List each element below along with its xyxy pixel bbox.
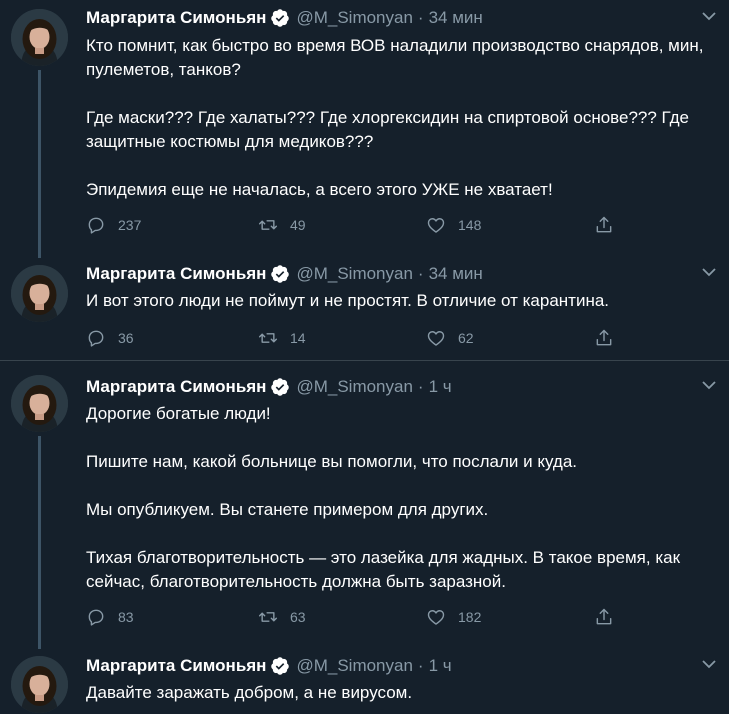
- retweet-count: 63: [290, 609, 306, 625]
- tweet-paragraph: Дорогие богатые люди!: [86, 404, 271, 423]
- avatar[interactable]: [11, 265, 68, 322]
- share-button[interactable]: [594, 605, 626, 629]
- author-name[interactable]: Маргарита Симоньян: [86, 656, 266, 676]
- avatar-image: [11, 375, 68, 432]
- author-handle[interactable]: @M_Simonyan: [296, 8, 412, 28]
- tweet-1[interactable]: Маргарита Симоньян @M_Simonyan · 34 мин …: [0, 0, 729, 258]
- like-count: 148: [458, 217, 482, 233]
- retweet-count: 14: [290, 330, 306, 346]
- avatar[interactable]: [11, 375, 68, 432]
- tweet-paragraph: Мы опубликуем. Вы станете примером для д…: [86, 500, 489, 519]
- like-button[interactable]: 62: [426, 326, 474, 350]
- share-icon: [594, 328, 626, 348]
- like-icon: [426, 215, 458, 235]
- avatar[interactable]: [11, 656, 68, 713]
- thread-connector-line: [38, 70, 41, 258]
- tweet-text: И вот этого люди не поймут и не простят.…: [86, 289, 722, 313]
- chevron-down-icon[interactable]: [699, 654, 719, 674]
- tweet-4[interactable]: Маргарита Симоньян @M_Simonyan · 1 ч Дав…: [0, 649, 729, 714]
- tweet-divider: [0, 360, 729, 361]
- tweet-header: Маргарита Симоньян @M_Simonyan · 34 мин: [86, 7, 483, 29]
- avatar-image: [11, 9, 68, 66]
- retweet-button[interactable]: 63: [258, 605, 306, 629]
- thread-connector-line: [38, 436, 41, 649]
- tweet-actions: 237 49 148: [86, 213, 626, 237]
- share-button[interactable]: [594, 213, 626, 237]
- like-count: 182: [458, 609, 482, 625]
- reply-icon: [86, 607, 118, 627]
- tweet-feed: Маргарита Симоньян @M_Simonyan · 34 мин …: [0, 0, 729, 714]
- tweet-timestamp[interactable]: 1 ч: [429, 656, 452, 676]
- tweet-header: Маргарита Симоньян @M_Simonyan · 34 мин: [86, 263, 483, 285]
- author-name[interactable]: Маргарита Симоньян: [86, 8, 266, 28]
- share-icon: [594, 607, 626, 627]
- retweet-button[interactable]: 49: [258, 213, 306, 237]
- reply-button[interactable]: 36: [86, 326, 134, 350]
- reply-button[interactable]: 237: [86, 213, 141, 237]
- like-button[interactable]: 182: [426, 605, 481, 629]
- retweet-icon: [258, 328, 290, 348]
- reply-icon: [86, 215, 118, 235]
- tweet-text: Кто помнит, как быстро во время ВОВ нала…: [86, 34, 722, 202]
- tweet-paragraph: Давайте заражать добром, а не вирусом.: [86, 683, 413, 702]
- separator-dot: ·: [417, 264, 424, 283]
- share-icon: [594, 215, 626, 235]
- verified-badge-icon: [270, 656, 290, 676]
- tweet-header: Маргарита Симоньян @M_Simonyan · 1 ч: [86, 655, 452, 677]
- tweet-paragraph: Тихая благотворительность — это лазейка …: [86, 548, 681, 591]
- tweet-actions: 83 63 182: [86, 605, 626, 629]
- tweet-2[interactable]: Маргарита Симоньян @M_Simonyan · 34 мин …: [0, 258, 729, 358]
- retweet-button[interactable]: 14: [258, 326, 306, 350]
- tweet-paragraph: Где маски??? Где халаты??? Где хлоргекси…: [86, 108, 690, 151]
- author-handle[interactable]: @M_Simonyan: [296, 264, 412, 284]
- tweet-timestamp[interactable]: 1 ч: [429, 377, 452, 397]
- retweet-icon: [258, 607, 290, 627]
- share-button[interactable]: [594, 326, 626, 350]
- like-icon: [426, 607, 458, 627]
- verified-badge-icon: [270, 8, 290, 28]
- tweet-paragraph: И вот этого люди не поймут и не простят.…: [86, 291, 610, 310]
- reply-icon: [86, 328, 118, 348]
- avatar-image: [11, 656, 68, 713]
- tweet-paragraph: Кто помнит, как быстро во время ВОВ нала…: [86, 36, 704, 79]
- author-handle[interactable]: @M_Simonyan: [296, 656, 412, 676]
- tweet-timestamp[interactable]: 34 мин: [429, 264, 483, 284]
- reply-count: 83: [118, 609, 134, 625]
- verified-badge-icon: [270, 377, 290, 397]
- avatar[interactable]: [11, 9, 68, 66]
- tweet-header: Маргарита Симоньян @M_Simonyan · 1 ч: [86, 376, 452, 398]
- separator-dot: ·: [417, 377, 424, 396]
- chevron-down-icon[interactable]: [699, 262, 719, 282]
- separator-dot: ·: [417, 8, 424, 27]
- tweet-paragraph: Эпидемия еще не началась, а всего этого …: [86, 180, 553, 199]
- reply-button[interactable]: 83: [86, 605, 134, 629]
- retweet-icon: [258, 215, 290, 235]
- chevron-down-icon[interactable]: [699, 375, 719, 395]
- tweet-text: Дорогие богатые люди! Пишите нам, какой …: [86, 402, 722, 594]
- tweet-3[interactable]: Маргарита Симоньян @M_Simonyan · 1 ч Дор…: [0, 369, 729, 649]
- avatar-image: [11, 265, 68, 322]
- verified-badge-icon: [270, 264, 290, 284]
- tweet-paragraph: Пишите нам, какой больнице вы помогли, ч…: [86, 452, 578, 471]
- tweet-text: Давайте заражать добром, а не вирусом.: [86, 681, 722, 705]
- chevron-down-icon[interactable]: [699, 6, 719, 26]
- like-count: 62: [458, 330, 474, 346]
- tweet-timestamp[interactable]: 34 мин: [429, 8, 483, 28]
- retweet-count: 49: [290, 217, 306, 233]
- separator-dot: ·: [417, 656, 424, 675]
- author-name[interactable]: Маргарита Симоньян: [86, 264, 266, 284]
- reply-count: 36: [118, 330, 134, 346]
- author-name[interactable]: Маргарита Симоньян: [86, 377, 266, 397]
- like-button[interactable]: 148: [426, 213, 481, 237]
- like-icon: [426, 328, 458, 348]
- tweet-actions: 36 14 62: [86, 326, 626, 350]
- author-handle[interactable]: @M_Simonyan: [296, 377, 412, 397]
- reply-count: 237: [118, 217, 142, 233]
